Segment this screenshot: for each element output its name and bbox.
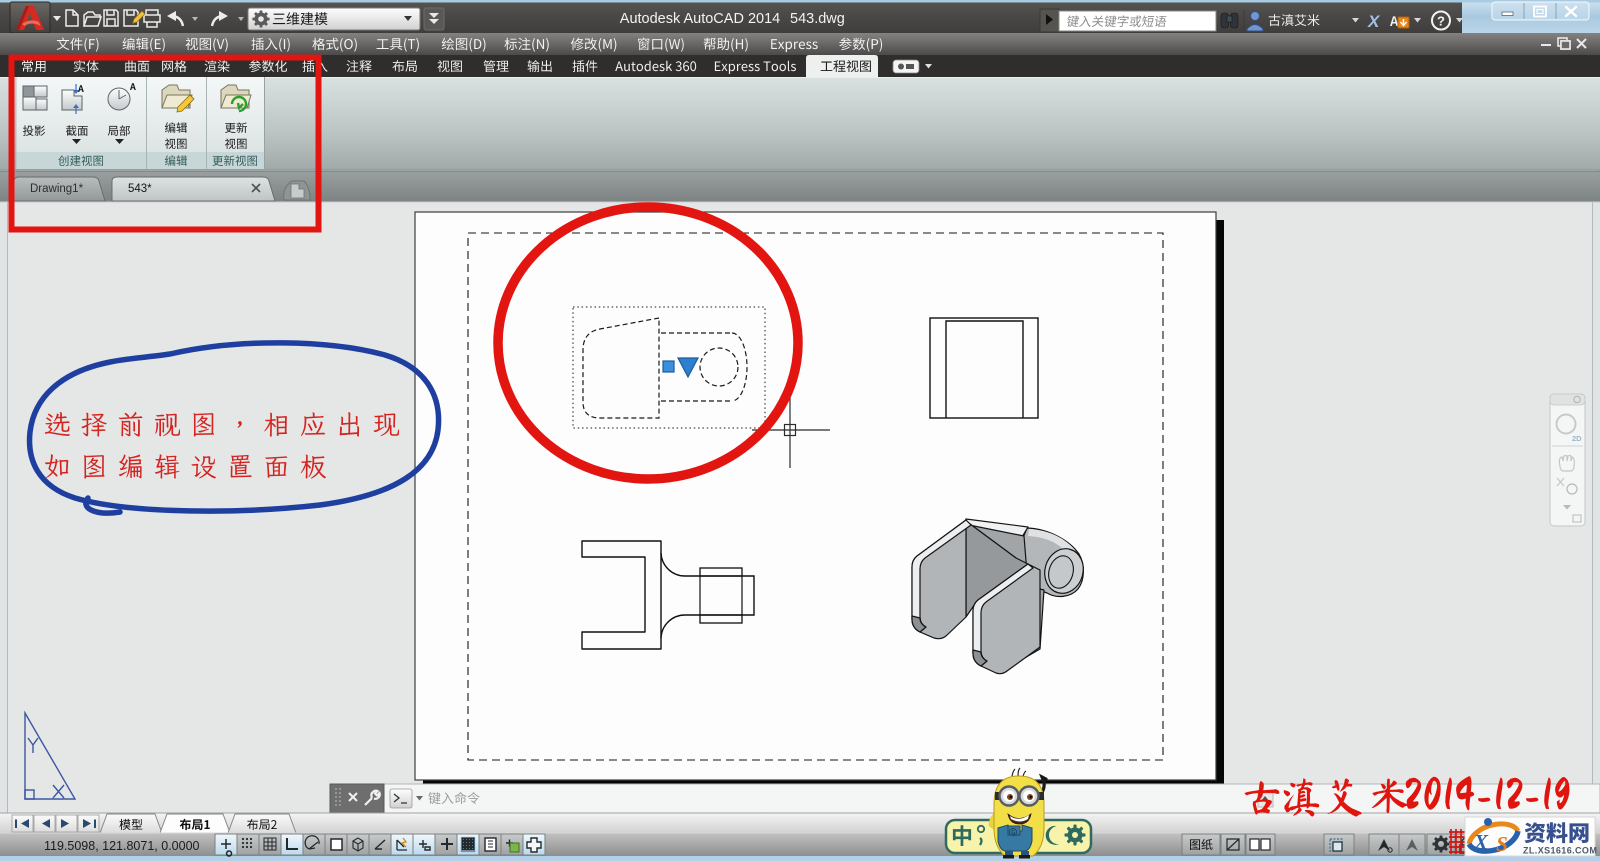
svg-text:ZL.XS1616.COM: ZL.XS1616.COM: [1523, 846, 1597, 856]
svg-text:Drawing1*: Drawing1*: [30, 183, 84, 195]
svg-text:543*: 543*: [128, 183, 152, 195]
svg-text:119.5098, 121.8071, 0.0000: 119.5098, 121.8071, 0.0000: [44, 839, 200, 853]
svg-text:S: S: [1496, 832, 1508, 856]
svg-text:X: X: [1473, 830, 1489, 854]
svg-text:543.dwg: 543.dwg: [790, 11, 845, 27]
svg-text:?: ?: [1437, 14, 1445, 29]
svg-text:Autodesk AutoCAD 2014: Autodesk AutoCAD 2014: [620, 11, 780, 27]
svg-text:X: X: [1367, 12, 1381, 31]
svg-text:2D: 2D: [1572, 434, 1582, 443]
